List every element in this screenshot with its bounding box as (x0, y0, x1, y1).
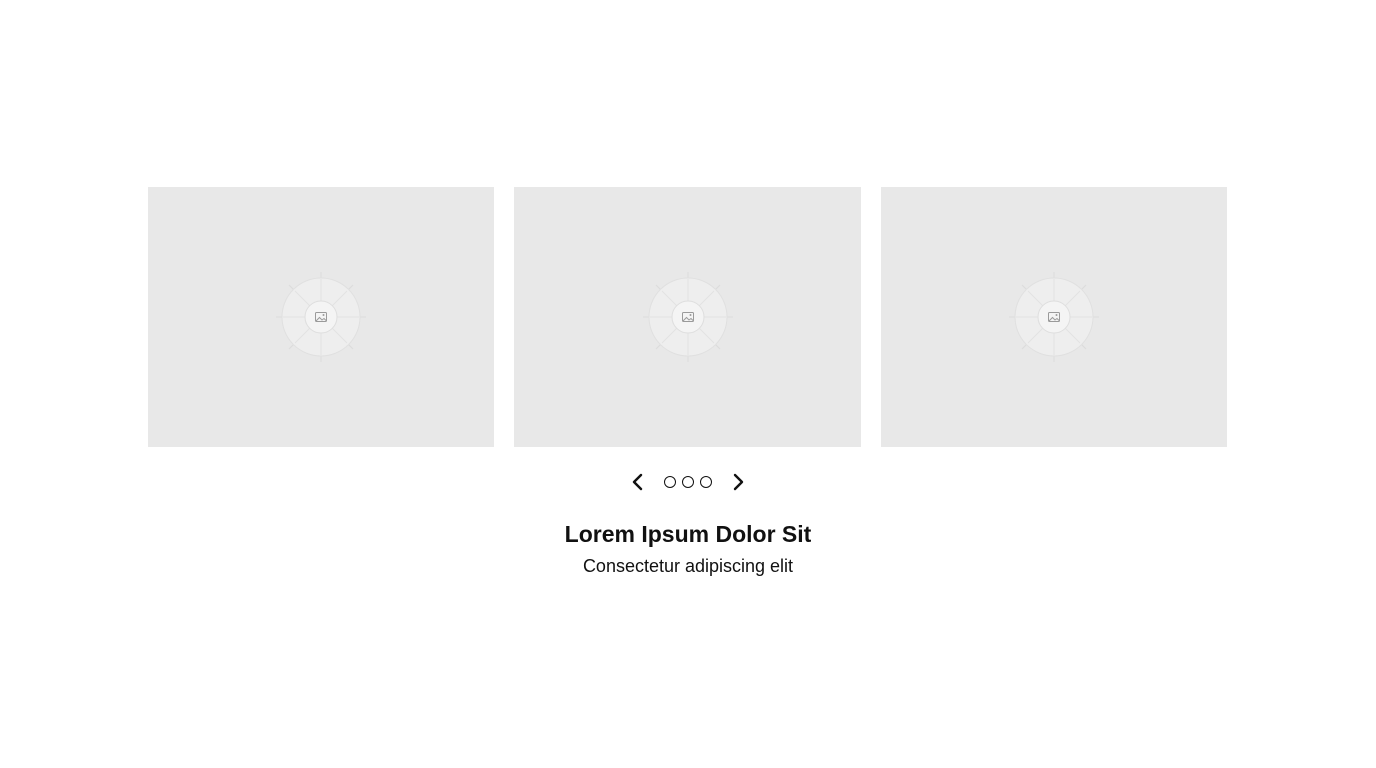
next-slide-button[interactable] (726, 470, 750, 494)
carousel-controls (0, 470, 1376, 494)
chevron-left-icon (632, 473, 643, 491)
caption-subtitle: Consectetur adipiscing elit (582, 556, 794, 576)
image-placeholder-icon (1009, 272, 1099, 362)
image-placeholder-icon (642, 272, 733, 362)
chevron-right-icon (733, 473, 744, 491)
image-carousel: Lorem Ipsum Dolor Sit Consectetur adipis… (0, 0, 1376, 768)
carousel-slide-1[interactable] (148, 187, 494, 447)
pagination-dot-3[interactable] (700, 476, 712, 488)
caption-title: Lorem Ipsum Dolor Sit (564, 521, 812, 547)
pagination-dot-2[interactable] (682, 476, 694, 488)
image-placeholder-icon (276, 272, 366, 362)
pagination-dot-1[interactable] (664, 476, 676, 488)
pagination-dots (664, 476, 712, 488)
carousel-slides (148, 187, 1228, 447)
carousel-slide-3[interactable] (881, 187, 1227, 447)
previous-slide-button[interactable] (626, 470, 650, 494)
carousel-slide-2[interactable] (514, 187, 861, 447)
slide-caption: Lorem Ipsum Dolor Sit Consectetur adipis… (0, 519, 1376, 578)
